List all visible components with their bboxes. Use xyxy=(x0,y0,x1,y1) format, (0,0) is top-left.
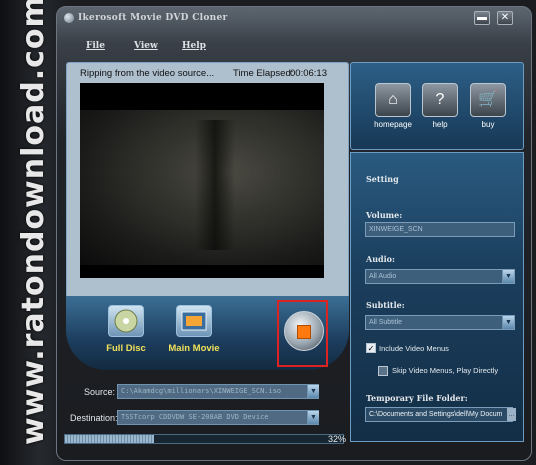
skip-menus-label: Skip Video Menus, Play Directly xyxy=(392,366,499,375)
progress-percent: 32% xyxy=(328,434,347,444)
menu-file[interactable]: File xyxy=(86,41,105,51)
cart-icon[interactable]: 🛒 xyxy=(470,83,506,117)
menu-help[interactable]: Help xyxy=(182,41,206,51)
settings-title: Setting xyxy=(366,174,399,184)
audio-combo[interactable]: All Audio xyxy=(365,269,515,284)
main-movie-button[interactable] xyxy=(176,305,212,337)
help-label[interactable]: help xyxy=(420,120,460,129)
temp-folder-input[interactable]: C:\Documents and Settings\dell\My Docum xyxy=(365,407,513,422)
skip-menus-checkbox[interactable] xyxy=(378,366,388,376)
close-button[interactable]: ✕ xyxy=(497,11,513,25)
stop-icon xyxy=(297,325,311,339)
buy-label[interactable]: buy xyxy=(468,120,508,129)
homepage-label[interactable]: homepage xyxy=(370,120,416,129)
subtitle-label: Subtitle: xyxy=(366,300,405,310)
subtitle-combo[interactable]: All Subtitle xyxy=(365,315,515,330)
destination-label: Destination: xyxy=(70,413,118,423)
browse-button[interactable]: … xyxy=(507,408,516,421)
full-disc-label: Full Disc xyxy=(106,343,146,354)
temp-folder-label: Temporary File Folder: xyxy=(366,393,468,403)
status-message: Ripping from the video source... xyxy=(80,68,215,79)
destination-dropdown-icon[interactable]: ▼ xyxy=(307,411,319,424)
subtitle-dropdown-icon[interactable]: ▼ xyxy=(502,316,514,329)
volume-label: Volume: xyxy=(366,210,403,220)
full-disc-button[interactable] xyxy=(108,305,144,337)
watermark-text: www.ratondownload.com.br xyxy=(16,0,51,445)
main-movie-label: Main Movie xyxy=(168,343,220,354)
elapsed-label: Time Elapsed: xyxy=(233,68,294,79)
video-figure xyxy=(195,120,235,250)
elapsed-time: 00:06:13 xyxy=(290,68,327,79)
disc-icon xyxy=(114,309,138,333)
status-row: Ripping from the video source... Time El… xyxy=(80,68,340,82)
include-menus-label: Include Video Menus xyxy=(379,344,449,353)
menu-view[interactable]: View xyxy=(134,41,158,51)
help-icon[interactable]: ? xyxy=(422,83,458,117)
audio-label: Audio: xyxy=(366,254,395,264)
volume-input[interactable]: XINWEIGE_SCN xyxy=(365,222,515,237)
progress-fill xyxy=(65,435,154,443)
source-label: Source: xyxy=(84,387,116,397)
minimize-button[interactable]: ▬ xyxy=(474,11,490,25)
home-icon[interactable]: ⌂ xyxy=(375,83,411,117)
film-icon xyxy=(181,311,207,331)
audio-dropdown-icon[interactable]: ▼ xyxy=(502,270,514,283)
destination-combo[interactable]: TSSTcorp CDDVDW SE-208AB DVD Device xyxy=(117,410,319,425)
source-combo[interactable]: C:\Akamdcg\millionars\XINWEIGE_SCN.iso xyxy=(117,384,319,399)
window-title: Ikerosoft Movie DVD Cloner xyxy=(78,13,228,23)
app-icon xyxy=(64,13,74,23)
include-menus-checkbox[interactable]: ✓ xyxy=(366,343,376,353)
source-dropdown-icon[interactable]: ▼ xyxy=(307,385,319,398)
